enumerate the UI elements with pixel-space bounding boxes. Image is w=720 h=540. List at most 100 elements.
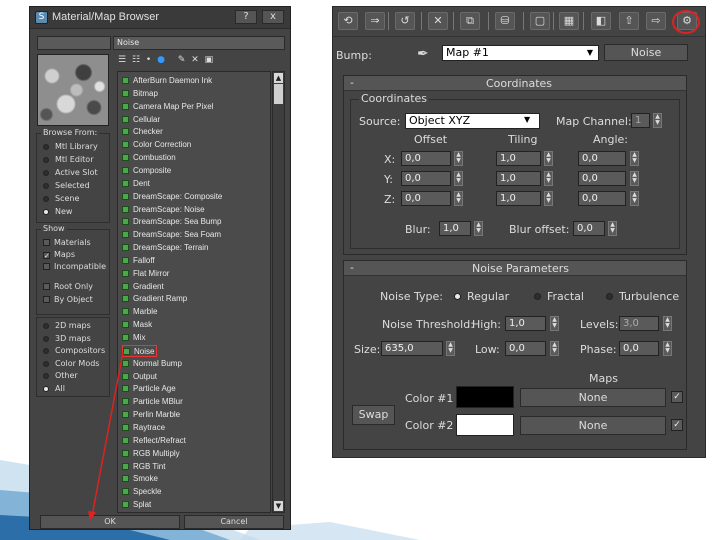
collapse-icon[interactable]: - — [350, 261, 354, 274]
noise-parameters-rollout: - Noise Parameters Noise Type: Regular Fr… — [343, 260, 687, 450]
collapse-icon[interactable]: - — [350, 76, 354, 89]
size-spinner[interactable]: ▲ ▼ — [446, 341, 455, 356]
go-forward-sibling-icon[interactable]: ⇨ — [646, 12, 666, 30]
map-channel-field[interactable]: 1 — [631, 113, 650, 128]
levels-spinner[interactable]: ▲ ▼ — [663, 316, 672, 331]
blur-field[interactable]: 1,0 — [439, 221, 471, 236]
color2-map-checkbox[interactable]: ✓ — [671, 419, 683, 431]
tiling-spinner[interactable]: ▲ ▼ — [544, 151, 553, 166]
phase-field[interactable]: 0,0 — [619, 341, 659, 356]
map-name-dropdown-icon[interactable]: ▼ — [583, 46, 597, 60]
source-label: Source: — [359, 115, 401, 128]
size-field[interactable]: 635,0 — [381, 341, 443, 356]
map-channel-label: Map Channel: — [556, 115, 632, 128]
coordinates-group-label: Coordinates — [359, 92, 430, 105]
tiling-label: Tiling — [508, 133, 538, 146]
low-field[interactable]: 0,0 — [505, 341, 546, 356]
offset-field[interactable]: 0,0 — [401, 151, 451, 166]
noise-rollout-header[interactable]: - Noise Parameters — [344, 261, 686, 276]
offset-field[interactable]: 0,0 — [401, 191, 451, 206]
color1-map-checkbox[interactable]: ✓ — [671, 391, 683, 403]
toolbar-separator — [583, 12, 584, 30]
go-to-parent-icon[interactable]: ⇧ — [619, 12, 639, 30]
maps-label: Maps — [589, 372, 618, 385]
color1-label: Color #1 — [405, 392, 454, 405]
tiling-field[interactable]: 1,0 — [496, 191, 541, 206]
material-id-icon[interactable]: ▢ — [530, 12, 550, 30]
delete-icon[interactable]: ✕ — [428, 12, 448, 30]
color2-swatch[interactable] — [456, 414, 514, 436]
coordinates-rollout-header[interactable]: - Coordinates — [344, 76, 686, 91]
blur-offset-spinner[interactable]: ▲ ▼ — [608, 221, 617, 236]
high-spinner[interactable]: ▲ ▼ — [550, 316, 559, 331]
angle-label: Angle: — [593, 133, 629, 146]
bump-label: Bump: — [336, 49, 372, 62]
noise-type-option[interactable]: Regular — [454, 290, 509, 303]
blur-offset-field[interactable]: 0,0 — [573, 221, 605, 236]
show-map-icon[interactable]: ▦ — [559, 12, 579, 30]
coordinates-rollout-title: Coordinates — [486, 77, 553, 90]
map-type-button[interactable]: Noise — [604, 44, 688, 61]
radio-icon[interactable] — [606, 293, 613, 300]
toolbar-separator — [523, 12, 524, 30]
toolbar-separator — [421, 12, 422, 30]
color1-map-button[interactable]: None — [520, 388, 666, 407]
axis-label: Z: — [384, 193, 396, 206]
angle-field[interactable]: 0,0 — [578, 191, 626, 206]
offset-label: Offset — [414, 133, 448, 146]
offset-spinner[interactable]: ▲ ▼ — [454, 191, 463, 206]
phase-spinner[interactable]: ▲ ▼ — [663, 341, 672, 356]
angle-spinner[interactable]: ▲ ▼ — [630, 151, 639, 166]
show-end-result-icon[interactable]: ◧ — [591, 12, 611, 30]
swap-button[interactable]: Swap — [352, 405, 395, 425]
assign-material-icon[interactable]: ⇒ — [365, 12, 385, 30]
noise-rollout-title: Noise Parameters — [472, 262, 569, 275]
levels-field[interactable]: 3,0 — [619, 316, 659, 331]
blur-spinner[interactable]: ▲ ▼ — [474, 221, 483, 236]
tiling-field[interactable]: 1,0 — [496, 151, 541, 166]
toolbar-separator — [453, 12, 454, 30]
color1-swatch[interactable] — [456, 386, 514, 408]
source-dropdown-arrow-icon[interactable]: ▼ — [524, 115, 530, 124]
offset-spinner[interactable]: ▲ ▼ — [454, 151, 463, 166]
map-channel-spinner[interactable]: ▲ ▼ — [653, 113, 662, 128]
levels-label: Levels: — [580, 318, 619, 331]
offset-field[interactable]: 0,0 — [401, 171, 451, 186]
axis-label: Y: — [384, 173, 393, 186]
high-field[interactable]: 1,0 — [505, 316, 546, 331]
offset-spinner[interactable]: ▲ ▼ — [454, 171, 463, 186]
low-label: Low: — [475, 343, 500, 356]
source-dropdown[interactable]: Object XYZ — [405, 113, 540, 129]
color2-label: Color #2 — [405, 419, 454, 432]
noise-type-option[interactable]: Turbulence — [606, 290, 679, 303]
material-editor-panel: ⟲ ⇒ ↺ ✕ ⧉ ⛁ ▢ ▦ ◧ ⇧ ⇨ ⚙ Bump: ✒ Map #1 ▼ Noise - Co… — [332, 6, 706, 458]
noise-type-label: Regular — [467, 290, 510, 303]
low-spinner[interactable]: ▲ ▼ — [550, 341, 559, 356]
noise-threshold-label: Noise Threshold: — [382, 318, 474, 331]
phase-label: Phase: — [580, 343, 617, 356]
color2-map-button[interactable]: None — [520, 416, 666, 435]
angle-field[interactable]: 0,0 — [578, 151, 626, 166]
noise-type-label: Turbulence — [619, 290, 680, 303]
radio-icon[interactable] — [454, 293, 461, 300]
make-unique-icon[interactable]: ⧉ — [460, 12, 480, 30]
map-name-field[interactable]: Map #1 — [442, 45, 599, 61]
tiling-spinner[interactable]: ▲ ▼ — [544, 171, 553, 186]
pick-material-icon[interactable]: ✒ — [417, 46, 429, 62]
tiling-spinner[interactable]: ▲ ▼ — [544, 191, 553, 206]
angle-field[interactable]: 0,0 — [578, 171, 626, 186]
angle-spinner[interactable]: ▲ ▼ — [630, 171, 639, 186]
coordinates-rollout: - Coordinates Coordinates Source: Object… — [343, 75, 687, 255]
noise-type-label: Fractal — [547, 290, 584, 303]
toolbar-separator — [388, 12, 389, 30]
noise-type-option[interactable]: Fractal — [534, 290, 584, 303]
highlight-circle — [672, 10, 700, 34]
editor-toolbar: ⟲ ⇒ ↺ ✕ ⧉ ⛁ ▢ ▦ ◧ ⇧ ⇨ ⚙ — [333, 7, 705, 37]
reset-map-icon[interactable]: ↺ — [395, 12, 415, 30]
radio-icon[interactable] — [534, 293, 541, 300]
angle-spinner[interactable]: ▲ ▼ — [630, 191, 639, 206]
put-to-library-icon[interactable]: ⛁ — [495, 12, 515, 30]
axis-label: X: — [384, 153, 396, 166]
get-material-icon[interactable]: ⟲ — [338, 12, 358, 30]
tiling-field[interactable]: 1,0 — [496, 171, 541, 186]
